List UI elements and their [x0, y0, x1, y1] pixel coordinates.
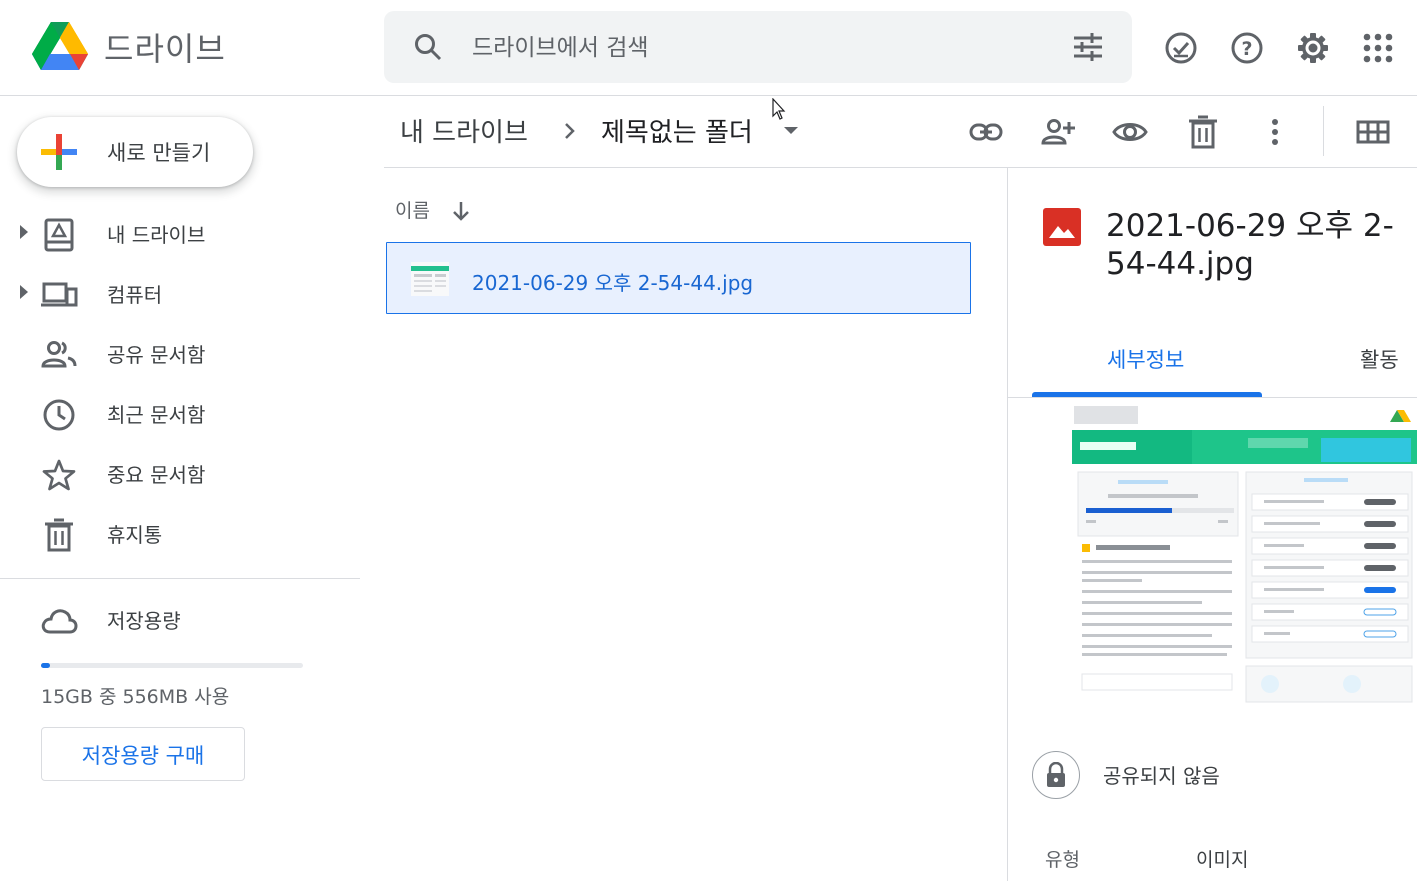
- sidebar-item-label: 휴지통: [107, 523, 163, 547]
- sort-arrow-down-icon[interactable]: [451, 200, 471, 222]
- top-header: 드라이브 ?: [0, 0, 1417, 96]
- star-icon: [42, 459, 76, 491]
- sidebar-divider: [0, 578, 360, 579]
- app-title[interactable]: 드라이브: [104, 24, 226, 70]
- preview-thumbnail-graphic: [1068, 404, 1417, 708]
- expand-arrow-icon[interactable]: [20, 285, 28, 299]
- toolbar: 내 드라이브 제목없는 폴더: [384, 96, 1417, 168]
- sidebar-item-shared[interactable]: 공유 문서함: [0, 326, 360, 382]
- sidebar-item-my-drive[interactable]: 내 드라이브: [0, 206, 360, 262]
- image-file-icon: [1043, 208, 1081, 246]
- file-row[interactable]: 2021-06-29 오후 2-54-44.jpg: [386, 242, 971, 314]
- search-icon[interactable]: [412, 31, 444, 63]
- settings-icon[interactable]: [1295, 30, 1331, 66]
- chevron-right-icon: [565, 123, 575, 139]
- file-preview-image: [1068, 404, 1417, 708]
- cloud-icon: [41, 609, 78, 634]
- sharing-status-badge[interactable]: [1032, 751, 1080, 799]
- help-icon[interactable]: ?: [1229, 30, 1265, 66]
- grid-view-icon[interactable]: [1355, 114, 1391, 150]
- tab-activity[interactable]: 활동: [1360, 344, 1399, 374]
- breadcrumb-current-folder[interactable]: 제목없는 폴더: [601, 112, 753, 149]
- new-button[interactable]: 새로 만들기: [17, 117, 253, 187]
- sidebar-item-label: 내 드라이브: [107, 223, 206, 247]
- sidebar-item-starred[interactable]: 중요 문서함: [0, 446, 360, 502]
- sort-by-name-header[interactable]: 이름: [395, 196, 430, 223]
- sidebar-item-storage[interactable]: 저장용량: [0, 592, 360, 648]
- type-value: 이미지: [1196, 849, 1249, 871]
- buy-storage-label: 저장용량 구매: [81, 744, 205, 768]
- tab-divider: [1008, 397, 1417, 398]
- recent-clock-icon: [43, 399, 75, 431]
- preview-eye-icon[interactable]: [1112, 114, 1148, 150]
- storage-label: 저장용량: [107, 609, 181, 633]
- details-file-title: 2021-06-29 오후 2-54-44.jpg: [1106, 208, 1394, 282]
- storage-usage-text: 15GB 중 556MB 사용: [41, 686, 230, 708]
- search-bar[interactable]: [384, 11, 1132, 83]
- more-vert-icon[interactable]: [1257, 114, 1293, 150]
- computers-icon: [41, 282, 78, 307]
- sidebar-item-label: 최근 문서함: [107, 403, 206, 427]
- my-drive-icon: [44, 218, 74, 252]
- sidebar-item-computers[interactable]: 컴퓨터: [0, 266, 360, 322]
- link-icon[interactable]: [968, 114, 1004, 150]
- mouse-pointer-icon: [772, 98, 786, 120]
- buy-storage-button[interactable]: 저장용량 구매: [41, 727, 245, 781]
- storage-progress-bar: [41, 663, 303, 668]
- drive-logo-icon[interactable]: [32, 20, 88, 72]
- search-input[interactable]: [470, 29, 1034, 67]
- sidebar-item-label: 공유 문서함: [107, 343, 206, 367]
- file-name[interactable]: 2021-06-29 오후 2-54-44.jpg: [472, 267, 753, 296]
- apps-grid-icon[interactable]: [1360, 30, 1396, 66]
- sidebar-item-recent[interactable]: 최근 문서함: [0, 386, 360, 442]
- plus-icon: [41, 134, 77, 170]
- sidebar-item-trash[interactable]: 휴지통: [0, 506, 360, 562]
- offline-ready-icon[interactable]: [1163, 30, 1199, 66]
- delete-icon[interactable]: [1185, 114, 1221, 150]
- details-panel-divider: [1007, 168, 1008, 881]
- sidebar-item-label: 중요 문서함: [107, 463, 206, 487]
- shared-icon: [41, 341, 77, 368]
- type-label: 유형: [1045, 849, 1080, 871]
- svg-text:?: ?: [1241, 38, 1252, 60]
- folder-menu-caret-icon[interactable]: [784, 127, 798, 134]
- tab-details[interactable]: 세부정보: [1107, 344, 1184, 374]
- sidebar-item-label: 컴퓨터: [107, 283, 163, 307]
- trash-icon: [45, 518, 73, 552]
- toolbar-divider: [1323, 106, 1324, 156]
- storage-progress-fill: [41, 663, 50, 668]
- new-button-label: 새로 만들기: [107, 141, 211, 165]
- lock-icon: [1047, 762, 1065, 787]
- breadcrumb-my-drive[interactable]: 내 드라이브: [400, 112, 528, 149]
- expand-arrow-icon[interactable]: [20, 225, 28, 239]
- search-options-icon[interactable]: [1072, 31, 1104, 63]
- sharing-status-text: 공유되지 않음: [1103, 764, 1220, 788]
- file-thumbnail-icon: [411, 262, 449, 296]
- share-person-icon[interactable]: [1040, 114, 1076, 150]
